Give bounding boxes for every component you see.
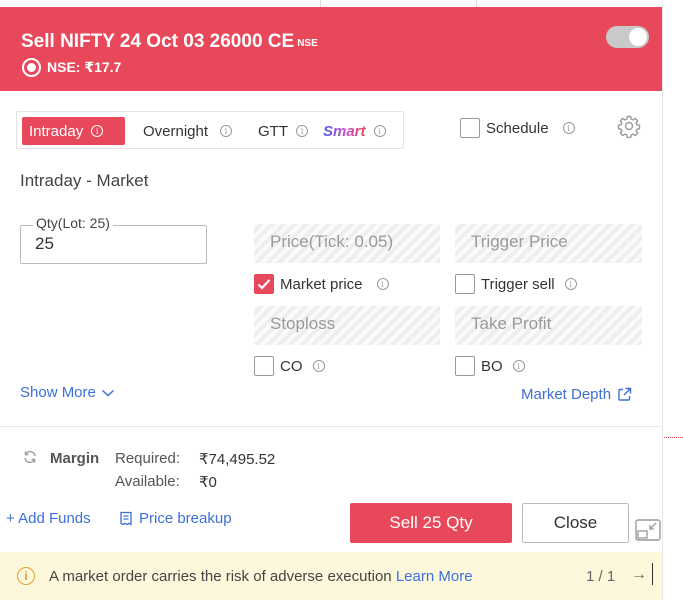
qty-input[interactable] <box>35 234 185 254</box>
price-breakup-link[interactable]: Price breakup <box>119 510 232 527</box>
qty-field[interactable]: Qty(Lot: 25) <box>20 215 207 264</box>
trigger-price-field: Trigger Price <box>455 224 642 263</box>
refresh-icon[interactable] <box>22 449 38 465</box>
order-title: Sell NIFTY 24 Oct 03 26000 CE NSE <box>21 31 318 53</box>
learn-more-link[interactable]: Learn More <box>396 568 473 585</box>
warning-message: A market order carries the risk of adver… <box>49 568 473 585</box>
minimize-window-icon[interactable] <box>635 519 661 541</box>
exchange-price: NSE: ₹17.7 <box>47 59 122 75</box>
background-tick <box>320 0 321 7</box>
info-icon[interactable]: i <box>220 125 233 137</box>
warning-pager: 1 / 1 <box>586 568 616 585</box>
market-price-checkbox[interactable] <box>254 274 274 294</box>
trigger-sell-checkbox[interactable] <box>455 274 475 294</box>
available-label: Available: <box>115 473 180 490</box>
schedule-label: Schedule <box>486 119 549 137</box>
instrument-name: Sell NIFTY 24 Oct 03 26000 CE <box>21 31 295 52</box>
take-profit-field: Take Profit <box>455 306 642 345</box>
info-icon[interactable]: i <box>312 360 325 372</box>
toggle-knob <box>629 28 647 46</box>
market-depth-label: Market Depth <box>521 386 612 403</box>
tab-gtt[interactable]: GTT i <box>258 117 308 145</box>
order-mode-title: Intraday - Market <box>20 171 149 190</box>
required-value: ₹74,495.52 <box>199 451 276 468</box>
close-button[interactable]: Close <box>522 503 629 543</box>
tab-label: Smart <box>323 122 366 140</box>
market-price-label: Market price <box>280 275 363 293</box>
order-window: Sell NIFTY 24 Oct 03 26000 CE NSE NSE: ₹1… <box>0 7 662 600</box>
show-more-label: Show More <box>20 384 96 401</box>
receipt-icon <box>120 511 132 526</box>
schedule-checkbox[interactable] <box>460 118 480 138</box>
info-icon[interactable]: i <box>564 278 577 290</box>
co-label: CO <box>280 357 303 375</box>
bo-label: BO <box>481 357 503 375</box>
bo-option[interactable]: BO i <box>455 356 525 376</box>
schedule-option[interactable]: Schedule i <box>460 118 575 138</box>
co-checkbox[interactable] <box>254 356 274 376</box>
order-type-tabs: Intraday i Overnight i GTT i Smart i <box>16 111 404 149</box>
trigger-price-placeholder: Trigger Price <box>471 232 568 251</box>
price-breakup-label: Price breakup <box>139 510 232 527</box>
background-chart-edge <box>0 0 662 7</box>
tab-intraday[interactable]: Intraday i <box>22 117 125 145</box>
market-depth-link[interactable]: Market Depth <box>521 386 632 403</box>
tab-label: Intraday <box>29 122 84 140</box>
info-icon[interactable]: i <box>296 125 308 137</box>
section-divider <box>0 426 662 427</box>
stoploss-field: Stoploss <box>254 306 440 345</box>
tab-smart[interactable]: Smart i <box>323 117 386 145</box>
take-profit-placeholder: Take Profit <box>471 314 552 333</box>
margin-label: Margin <box>50 450 100 467</box>
check-icon <box>257 279 271 290</box>
info-icon[interactable]: i <box>512 360 525 372</box>
buy-sell-toggle[interactable] <box>606 26 649 48</box>
external-link-icon <box>618 387 632 401</box>
show-more-link[interactable]: Show More <box>20 384 115 401</box>
radio-icon[interactable] <box>22 58 41 77</box>
market-price-option[interactable]: Market price i <box>254 274 389 294</box>
price-placeholder: Price(Tick: 0.05) <box>270 232 394 251</box>
next-arrow-icon[interactable]: → <box>631 566 647 584</box>
background-dotted-line <box>664 437 683 438</box>
text-cursor <box>652 563 653 585</box>
trigger-sell-option[interactable]: Trigger sell i <box>455 274 577 294</box>
info-icon[interactable]: i <box>562 122 575 134</box>
warning-bar: i A market order carries the risk of adv… <box>0 552 662 600</box>
warning-icon: i <box>17 567 35 585</box>
bo-checkbox[interactable] <box>455 356 475 376</box>
required-label: Required: <box>115 450 181 467</box>
exchange-tag: NSE <box>297 38 318 49</box>
background-tick <box>476 0 477 7</box>
exchange-price-selector[interactable]: NSE: ₹17.7 <box>22 58 121 77</box>
chevron-down-icon <box>101 389 114 397</box>
info-icon[interactable]: i <box>91 125 104 137</box>
gear-icon[interactable] <box>617 114 641 138</box>
tab-label: Overnight <box>143 122 209 140</box>
qty-label: Qty(Lot: 25) <box>33 215 113 231</box>
available-value: ₹0 <box>199 474 217 491</box>
add-funds-link[interactable]: + Add Funds <box>6 510 91 527</box>
warning-text: A market order carries the risk of adver… <box>49 568 392 585</box>
tab-overnight[interactable]: Overnight i <box>143 117 233 145</box>
stoploss-placeholder: Stoploss <box>270 314 336 333</box>
co-option[interactable]: CO i <box>254 356 325 376</box>
tab-label: GTT <box>258 122 288 140</box>
price-field: Price(Tick: 0.05) <box>254 224 440 263</box>
order-header: Sell NIFTY 24 Oct 03 26000 CE NSE NSE: ₹1… <box>0 7 662 91</box>
background-chart-strip <box>662 0 683 600</box>
trigger-sell-label: Trigger sell <box>481 275 555 293</box>
info-icon[interactable]: i <box>373 125 386 137</box>
sell-button[interactable]: Sell 25 Qty <box>350 503 512 543</box>
info-icon[interactable]: i <box>376 278 389 290</box>
